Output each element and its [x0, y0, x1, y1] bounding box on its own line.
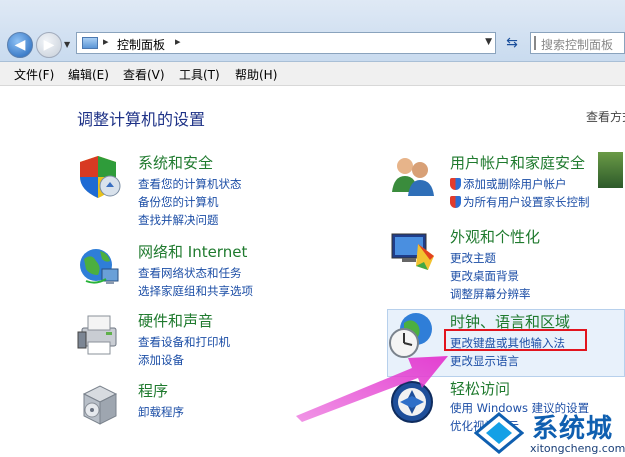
link-network-status[interactable]: 查看网络状态和任务: [138, 265, 242, 281]
link-add-device[interactable]: 添加设备: [138, 352, 184, 368]
uac-shield-icon: [450, 196, 461, 208]
search-input[interactable]: 搜索控制面板: [530, 32, 625, 54]
link-homegroup-sharing[interactable]: 选择家庭组和共享选项: [138, 283, 253, 299]
view-by-label[interactable]: 查看方式: [586, 108, 625, 125]
link-change-theme[interactable]: 更改主题: [450, 250, 496, 266]
category-title-security[interactable]: 系统和安全: [138, 152, 213, 173]
category-title-ease[interactable]: 轻松访问: [450, 378, 510, 399]
link-add-remove-users-label: 添加或删除用户帐户: [463, 177, 567, 191]
category-user-accounts: 用户帐户和家庭安全 添加或删除用户帐户 为所有用户设置家长控制: [388, 152, 624, 212]
programs-box-icon[interactable]: [76, 380, 124, 428]
shield-icon[interactable]: [76, 152, 124, 200]
highlight-annotation-box: [444, 329, 587, 351]
address-dropdown-icon[interactable]: ▼: [485, 37, 492, 47]
address-bar[interactable]: ▸ 控制面板 ▸ ▼: [76, 32, 496, 54]
forward-arrow-icon: ▶: [43, 37, 55, 53]
users-icon[interactable]: [388, 152, 436, 200]
printer-icon[interactable]: [76, 310, 124, 358]
breadcrumb-separator-icon[interactable]: ▸: [103, 35, 109, 48]
menu-help[interactable]: 帮助(H): [235, 66, 277, 83]
menu-bar: 文件(F) 编辑(E) 查看(V) 工具(T) 帮助(H): [0, 62, 625, 86]
back-button[interactable]: ◀: [7, 32, 33, 58]
link-uninstall-program[interactable]: 卸载程序: [138, 404, 184, 420]
category-title-users[interactable]: 用户帐户和家庭安全: [450, 152, 585, 173]
watermark-text: 系统城: [532, 414, 614, 444]
category-programs: 程序 卸载程序: [76, 380, 296, 436]
menu-view[interactable]: 查看(V): [123, 66, 165, 83]
link-find-fix-problems[interactable]: 查找并解决问题: [138, 212, 219, 228]
link-adjust-resolution[interactable]: 调整屏幕分辨率: [450, 286, 531, 302]
navigation-bar: ◀ ▶ ▼ ▸ 控制面板 ▸ ▼ ⇆ 搜索控制面板: [0, 0, 625, 62]
network-globe-icon[interactable]: [76, 241, 124, 289]
breadcrumb-control-panel[interactable]: 控制面板: [117, 36, 165, 53]
menu-edit[interactable]: 编辑(E): [68, 66, 109, 83]
category-network: 网络和 Internet 查看网络状态和任务 选择家庭组和共享选项: [76, 241, 296, 301]
link-view-computer-status[interactable]: 查看您的计算机状态: [138, 176, 242, 192]
category-hardware: 硬件和声音 查看设备和打印机 添加设备: [76, 310, 296, 370]
watermark-logo-icon: [474, 412, 524, 454]
link-backup-computer[interactable]: 备份您的计算机: [138, 194, 219, 210]
watermark-url: xitongcheng.com: [530, 442, 625, 455]
annotation-arrow-icon: [296, 356, 448, 422]
category-title-hardware[interactable]: 硬件和声音: [138, 310, 213, 331]
control-panel-window: ◀ ▶ ▼ ▸ 控制面板 ▸ ▼ ⇆ 搜索控制面板 文件(F) 编辑(E) 查看…: [0, 0, 625, 457]
page-title: 调整计算机的设置: [77, 110, 206, 129]
link-change-desktop-background[interactable]: 更改桌面背景: [450, 268, 519, 284]
forward-button[interactable]: ▶: [36, 32, 62, 58]
uac-shield-icon: [450, 178, 461, 190]
category-system-security: 系统和安全 查看您的计算机状态 备份您的计算机 查找并解决问题: [76, 152, 296, 232]
history-dropdown-icon[interactable]: ▼: [64, 40, 70, 49]
appearance-monitor-icon[interactable]: [388, 226, 436, 274]
breadcrumb-separator-icon[interactable]: ▸: [175, 35, 181, 48]
search-placeholder: 搜索控制面板: [541, 38, 614, 52]
refresh-icon[interactable]: ⇆: [500, 33, 524, 53]
link-devices-printers[interactable]: 查看设备和打印机: [138, 334, 230, 350]
link-parental-controls-label: 为所有用户设置家长控制: [463, 195, 590, 209]
menu-file[interactable]: 文件(F): [14, 66, 54, 83]
category-title-programs[interactable]: 程序: [138, 380, 168, 401]
control-panel-icon: [82, 37, 98, 49]
category-title-appearance[interactable]: 外观和个性化: [450, 226, 540, 247]
back-arrow-icon: ◀: [14, 37, 26, 53]
category-title-network[interactable]: 网络和 Internet: [138, 241, 247, 262]
content-area: 调整计算机的设置 查看方式 系统和安全 查看您的计算机状态 备份您的计算机 查找…: [0, 86, 625, 457]
link-add-remove-users[interactable]: 添加或删除用户帐户: [450, 176, 567, 192]
link-parental-controls[interactable]: 为所有用户设置家长控制: [450, 194, 590, 210]
menu-tools[interactable]: 工具(T): [179, 66, 220, 83]
category-appearance: 外观和个性化 更改主题 更改桌面背景 调整屏幕分辨率: [388, 226, 624, 302]
search-cursor-icon: [534, 36, 536, 50]
link-change-display-language[interactable]: 更改显示语言: [450, 353, 519, 369]
watermark: 系统城 xitongcheng.com: [470, 408, 625, 457]
